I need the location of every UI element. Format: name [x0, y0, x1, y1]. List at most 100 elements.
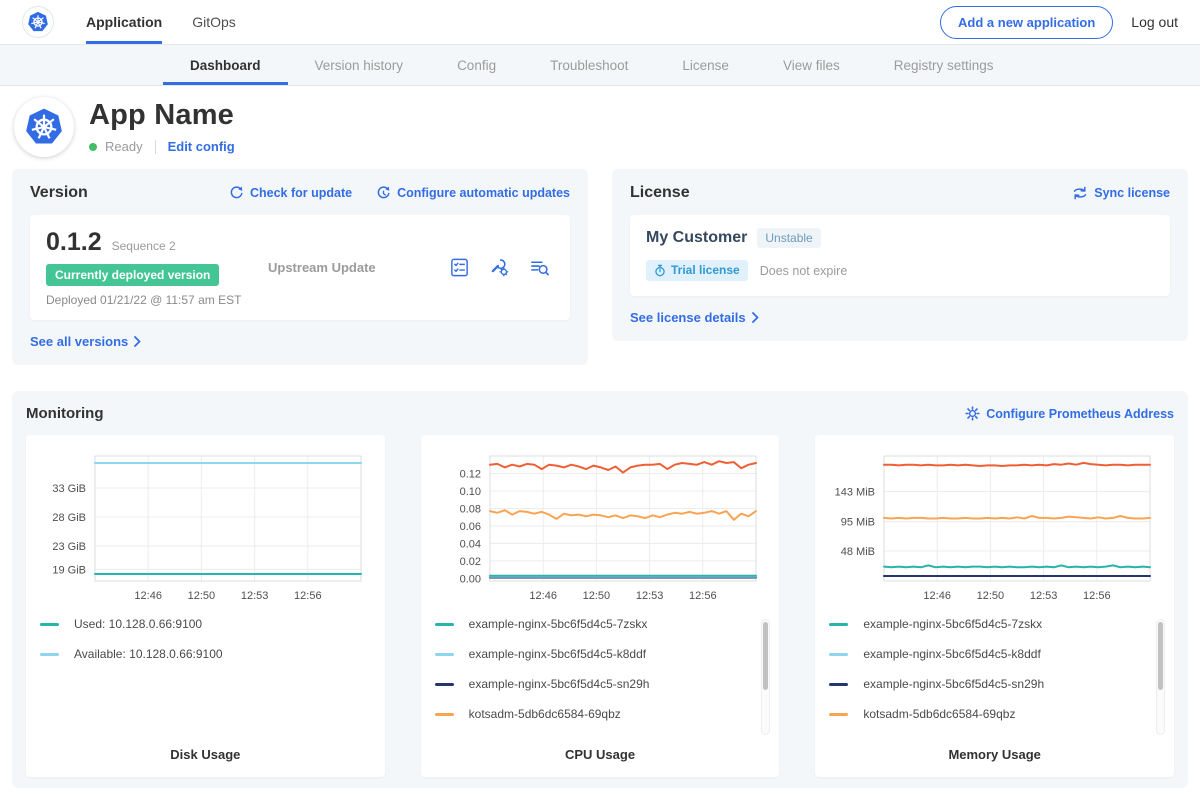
page-title: App Name: [89, 99, 235, 132]
svg-text:143 MiB: 143 MiB: [835, 487, 875, 499]
legend-item: example-nginx-5bc6f5d4c5-7zskx: [435, 617, 766, 631]
subnav-item-view-files[interactable]: View files: [756, 45, 867, 85]
svg-text:12:50: 12:50: [582, 590, 610, 602]
legend-item: example-nginx-5bc6f5d4c5-k8ddf: [829, 647, 1160, 661]
monitoring-card: Monitoring Configure Prometheus Address …: [12, 391, 1188, 788]
disk-usage-legend: Used: 10.128.0.66:9100Available: 10.128.…: [40, 617, 371, 677]
logout-button[interactable]: Log out: [1131, 14, 1178, 30]
sync-license-link[interactable]: Sync license: [1072, 186, 1170, 200]
chevron-right-icon: [752, 312, 759, 323]
app-header: App Name Ready Edit config: [0, 86, 1200, 157]
legend-item: example-nginx-5bc6f5d4c5-k8ddf: [435, 647, 766, 661]
svg-text:12:56: 12:56: [294, 590, 322, 602]
svg-text:33 GiB: 33 GiB: [52, 483, 86, 495]
legend-item: Used: 10.128.0.66:9100: [40, 617, 371, 631]
subnav-item-config[interactable]: Config: [430, 45, 523, 85]
legend-swatch-icon: [829, 683, 848, 686]
license-box: My Customer Unstable Trial license Does …: [630, 215, 1170, 296]
svg-text:12:53: 12:53: [241, 590, 269, 602]
version-sequence: Sequence 2: [112, 239, 176, 253]
legend-label: example-nginx-5bc6f5d4c5-k8ddf: [863, 647, 1040, 661]
edit-config-link[interactable]: Edit config: [168, 139, 235, 154]
legend-label: example-nginx-5bc6f5d4c5-k8ddf: [469, 647, 646, 661]
add-application-button[interactable]: Add a new application: [940, 6, 1113, 39]
legend-label: example-nginx-5bc6f5d4c5-sn29h: [469, 677, 650, 691]
legend-item: kotsadm-5db6dc6584-69qbz: [435, 707, 766, 721]
svg-text:0.00: 0.00: [459, 573, 480, 585]
subnav-item-license[interactable]: License: [655, 45, 756, 85]
legend-item: example-nginx-5bc6f5d4c5-sn29h: [435, 677, 766, 691]
svg-text:12:53: 12:53: [636, 590, 664, 602]
version-card-title: Version: [30, 184, 88, 202]
divider: [155, 140, 156, 154]
top-nav: ApplicationGitOps Add a new application …: [0, 0, 1200, 45]
svg-text:0.08: 0.08: [459, 503, 480, 515]
configure-automatic-updates-link[interactable]: Configure automatic updates: [376, 186, 570, 201]
legend-label: example-nginx-5bc6f5d4c5-sn29h: [863, 677, 1044, 691]
version-card: Version Check for update Configure au: [12, 169, 588, 365]
chart-title: Memory Usage: [829, 747, 1160, 764]
subnav-item-dashboard[interactable]: Dashboard: [163, 45, 288, 85]
memory-usage-chart: 143 MiB95 MiB48 MiB12:4612:5012:5312:56: [829, 449, 1155, 604]
legend-swatch-icon: [829, 713, 848, 716]
chart-title: CPU Usage: [435, 747, 766, 764]
view-logs-icon[interactable]: [529, 257, 550, 278]
svg-text:12:56: 12:56: [1083, 590, 1111, 602]
legend-scrollbar[interactable]: [761, 619, 770, 735]
memory-usage-legend: example-nginx-5bc6f5d4c5-7zskx example-ng…: [829, 617, 1160, 737]
check-for-update-link[interactable]: Check for update: [229, 186, 352, 201]
ready-status-dot-icon: [89, 143, 97, 151]
svg-text:19 GiB: 19 GiB: [52, 564, 86, 576]
memory-usage-panel: 143 MiB95 MiB48 MiB12:4612:5012:5312:56 …: [815, 435, 1174, 777]
legend-scrollbar[interactable]: [1156, 619, 1165, 735]
license-expiry: Does not expire: [760, 264, 848, 278]
topnav-tab-gitops[interactable]: GitOps: [192, 0, 236, 44]
legend-label: example-nginx-5bc6f5d4c5-7zskx: [469, 617, 648, 631]
refresh-icon: [229, 186, 244, 201]
license-card: License Sync license My Customer Unstabl…: [612, 169, 1188, 341]
subnav-item-registry-settings[interactable]: Registry settings: [867, 45, 1021, 85]
clock-refresh-icon: [376, 186, 391, 201]
legend-swatch-icon: [435, 713, 454, 716]
svg-text:12:53: 12:53: [1030, 590, 1058, 602]
legend-item: kotsadm-5db6dc6584-69qbz: [829, 707, 1160, 721]
svg-text:12:56: 12:56: [689, 590, 717, 602]
subnav-item-version-history[interactable]: Version history: [288, 45, 431, 85]
topnav-tab-application[interactable]: Application: [86, 0, 162, 44]
app-icon: [14, 97, 74, 157]
legend-item: example-nginx-5bc6f5d4c5-sn29h: [829, 677, 1160, 691]
gear-icon: [965, 406, 980, 421]
cpu-usage-legend: example-nginx-5bc6f5d4c5-7zskx example-ng…: [435, 617, 766, 737]
deployed-timestamp: Deployed 01/21/22 @ 11:57 am EST: [46, 293, 258, 307]
legend-item: example-nginx-5bc6f5d4c5-7zskx: [829, 617, 1160, 631]
legend-swatch-icon: [829, 623, 848, 626]
app-status: Ready: [105, 139, 143, 154]
license-type-badge: Trial license: [646, 260, 748, 281]
subnav-item-troubleshoot[interactable]: Troubleshoot: [523, 45, 655, 85]
configure-prometheus-link[interactable]: Configure Prometheus Address: [965, 406, 1174, 421]
chevron-right-icon: [134, 336, 141, 347]
legend-swatch-icon: [829, 653, 848, 656]
svg-text:23 GiB: 23 GiB: [52, 541, 86, 553]
deployed-badge: Currently deployed version: [46, 264, 219, 286]
cpu-usage-chart: 0.120.100.080.060.040.020.0012:4612:5012…: [435, 449, 761, 604]
see-license-details-link[interactable]: See license details: [630, 310, 759, 325]
config-tools-icon[interactable]: [489, 257, 510, 278]
legend-swatch-icon: [435, 683, 454, 686]
svg-text:12:46: 12:46: [134, 590, 162, 602]
svg-text:0.04: 0.04: [459, 538, 480, 550]
disk-usage-panel: 33 GiB28 GiB23 GiB19 GiB12:4612:5012:531…: [26, 435, 385, 777]
svg-text:95 MiB: 95 MiB: [841, 517, 875, 529]
legend-label: kotsadm-5db6dc6584-69qbz: [469, 707, 621, 721]
legend-swatch-icon: [40, 623, 59, 626]
svg-text:0.10: 0.10: [459, 486, 480, 498]
current-version-box: 0.1.2 Sequence 2 Currently deployed vers…: [30, 215, 570, 320]
kubernetes-logo-icon[interactable]: [22, 6, 54, 38]
svg-text:12:50: 12:50: [188, 590, 216, 602]
app-subnav: DashboardVersion historyConfigTroublesho…: [0, 45, 1200, 86]
preflight-checks-icon[interactable]: [449, 257, 470, 278]
disk-usage-chart: 33 GiB28 GiB23 GiB19 GiB12:4612:5012:531…: [40, 449, 366, 604]
svg-text:48 MiB: 48 MiB: [841, 546, 875, 558]
see-all-versions-link[interactable]: See all versions: [30, 334, 141, 349]
legend-swatch-icon: [435, 653, 454, 656]
